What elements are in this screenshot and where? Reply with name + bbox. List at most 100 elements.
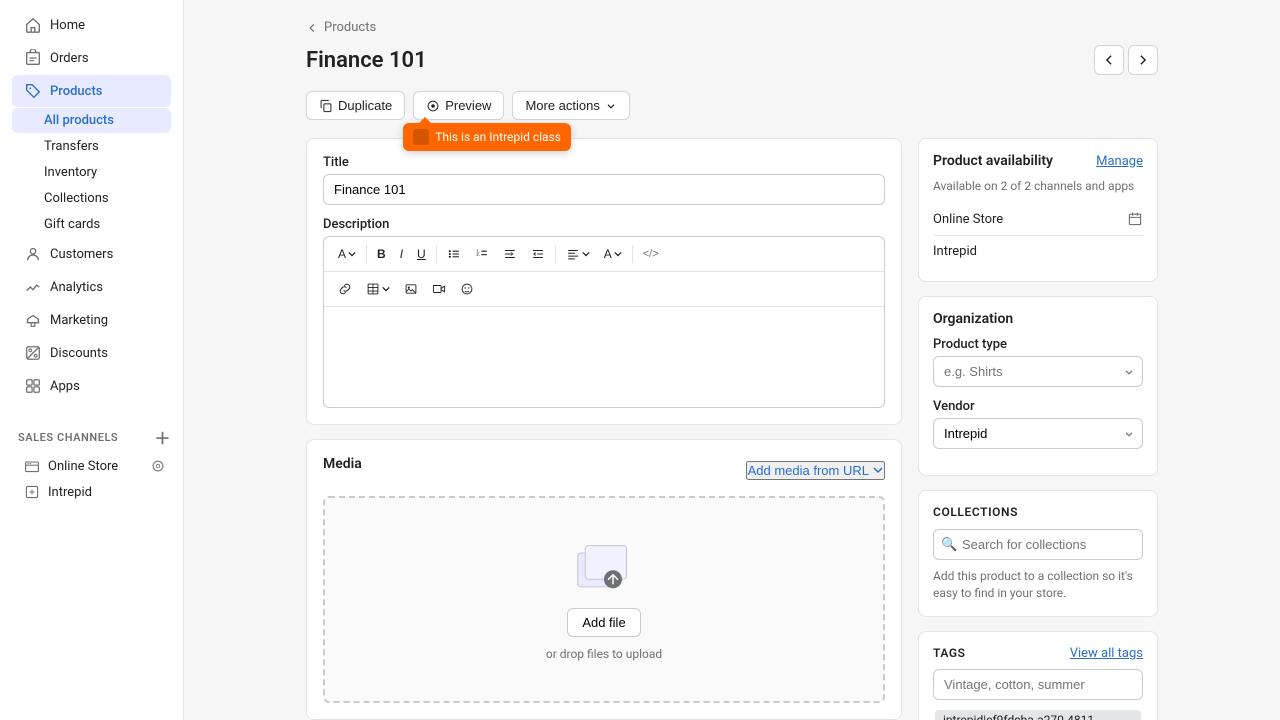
product-type-group: Product type: [933, 337, 1143, 387]
rte-source-btn[interactable]: </>: [637, 244, 665, 264]
sidebar-channel-online-store[interactable]: Online Store: [6, 453, 177, 479]
rte-image-btn[interactable]: [398, 278, 424, 300]
sidebar-item-home-label: Home: [50, 18, 85, 33]
tag-icon: [24, 82, 42, 100]
rte-list-ordered-btn[interactable]: 1.2.: [469, 243, 495, 265]
sidebar-item-marketing-label: Marketing: [50, 313, 108, 328]
content-layout: Title Description A B: [306, 138, 1158, 720]
view-all-tags-link[interactable]: View all tags: [1070, 646, 1143, 661]
rte-align-btn[interactable]: [560, 243, 596, 265]
product-type-label: Product type: [933, 337, 1143, 352]
channel-online-store: Online Store: [933, 203, 1143, 236]
add-media-url-button[interactable]: Add media from URL: [746, 461, 885, 480]
sidebar-item-customers[interactable]: Customers: [12, 238, 171, 270]
collections-title: COLLECTIONS: [933, 505, 1018, 519]
sidebar-item-apps[interactable]: Apps: [12, 370, 171, 402]
preview-button[interactable]: Preview: [413, 91, 504, 120]
organization-card: Organization Product type Vendor: [918, 296, 1158, 476]
next-product-button[interactable]: [1128, 45, 1158, 75]
rte-outdent-btn[interactable]: [525, 243, 551, 265]
tags-title: TAGS: [933, 646, 966, 660]
sidebar-item-apps-label: Apps: [50, 379, 80, 394]
channel-intrepid: Intrepid: [933, 236, 1143, 267]
rte-table-btn[interactable]: [360, 278, 396, 300]
sidebar-item-products-label: Products: [50, 84, 102, 99]
rte-indent-btn[interactable]: [497, 243, 523, 265]
duplicate-button[interactable]: Duplicate: [306, 91, 405, 120]
online-store-icon: [24, 458, 40, 474]
title-input[interactable]: [323, 174, 885, 205]
intrepid-icon: [24, 484, 40, 500]
collections-card: COLLECTIONS 🔍 Add this product to a coll…: [918, 490, 1158, 617]
tags-card: TAGS View all tags intrepid|ef9fdcba-a27…: [918, 631, 1158, 720]
collections-header: COLLECTIONS: [933, 505, 1143, 519]
sidebar-item-home[interactable]: Home: [12, 9, 171, 41]
rte-list-unordered-btn[interactable]: [441, 243, 467, 265]
title-card: Title Description A B: [306, 138, 902, 425]
description-label: Description: [323, 217, 885, 232]
rich-text-editor: A B I U: [323, 236, 885, 408]
title-field-group: Title: [323, 155, 885, 205]
upload-icon: [574, 538, 634, 598]
rte-font-btn[interactable]: A: [332, 243, 362, 265]
tags-chips-area: intrepid|ef9fdcba-a270-4811-beb2... ×: [933, 708, 1143, 720]
sidebar-sub-collections[interactable]: Collections: [12, 186, 171, 211]
product-type-input[interactable]: [933, 356, 1143, 387]
vendor-label: Vendor: [933, 399, 1143, 414]
manage-availability-link[interactable]: Manage: [1096, 154, 1143, 169]
sidebar-item-analytics-label: Analytics: [50, 280, 103, 295]
rte-italic-btn[interactable]: I: [394, 243, 409, 265]
collections-search-wrapper: 🔍: [933, 529, 1143, 560]
rte-bold-btn[interactable]: B: [371, 243, 392, 265]
vendor-input[interactable]: [933, 418, 1143, 449]
collections-hint: Add this product to a collection so it's…: [933, 568, 1143, 602]
rte-text-color-btn[interactable]: A: [598, 243, 628, 265]
more-actions-button[interactable]: More actions: [512, 91, 629, 120]
drop-hint: or drop files to upload: [546, 647, 662, 661]
rte-content-area[interactable]: [324, 307, 884, 407]
sidebar-item-orders-label: Orders: [50, 51, 89, 66]
orders-icon: [24, 49, 42, 67]
sidebar-item-orders[interactable]: Orders: [12, 42, 171, 74]
sidebar-item-products[interactable]: Products: [12, 75, 171, 107]
rte-underline-btn[interactable]: U: [411, 243, 432, 265]
media-header: Media Add media from URL: [323, 456, 885, 484]
add-channel-icon[interactable]: ＋: [154, 425, 171, 449]
sidebar-item-marketing[interactable]: Marketing: [12, 304, 171, 336]
online-store-settings-icon[interactable]: [151, 459, 165, 473]
preview-button-wrapper: Preview This is an Intrepid class: [413, 91, 504, 120]
media-title: Media: [323, 456, 362, 472]
vendor-expand-icon: [1123, 428, 1135, 440]
media-dropzone[interactable]: Add file or drop files to upload: [323, 496, 885, 703]
sidebar-item-discounts[interactable]: Discounts: [12, 337, 171, 369]
sidebar-sub-inventory[interactable]: Inventory: [12, 160, 171, 185]
product-availability-card: Product availability Manage Available on…: [918, 138, 1158, 282]
calendar-icon[interactable]: [1127, 211, 1143, 227]
tooltip-popup: This is an Intrepid class: [403, 123, 571, 151]
sidebar-channel-intrepid[interactable]: Intrepid: [6, 479, 177, 505]
breadcrumb: Products: [306, 20, 1158, 35]
collections-search-input[interactable]: [933, 529, 1143, 560]
sidebar-item-customers-label: Customers: [50, 247, 113, 262]
tags-header: TAGS View all tags: [933, 646, 1143, 661]
media-card: Media Add media from URL: [306, 439, 902, 720]
rte-emoji-btn[interactable]: [454, 278, 480, 300]
sidebar-item-discounts-label: Discounts: [50, 346, 108, 361]
breadcrumb-link[interactable]: Products: [324, 20, 376, 35]
prev-product-button[interactable]: [1094, 45, 1124, 75]
rte-video-btn[interactable]: [426, 278, 452, 300]
sidebar-sub-gift-cards[interactable]: Gift cards: [12, 212, 171, 237]
page-header: Finance 101: [306, 45, 1158, 75]
rte-toolbar-row2: [324, 272, 884, 307]
title-label: Title: [323, 155, 885, 170]
page-title: Finance 101: [306, 48, 427, 73]
tags-input[interactable]: [933, 669, 1143, 700]
home-icon: [24, 16, 42, 34]
rte-link-btn[interactable]: [332, 278, 358, 300]
sidebar-sub-all-products[interactable]: All products: [12, 108, 171, 133]
analytics-icon: [24, 278, 42, 296]
sidebar-sub-transfers[interactable]: Transfers: [12, 134, 171, 159]
add-file-button[interactable]: Add file: [567, 608, 640, 637]
search-icon: 🔍: [941, 537, 957, 552]
sidebar-item-analytics[interactable]: Analytics: [12, 271, 171, 303]
